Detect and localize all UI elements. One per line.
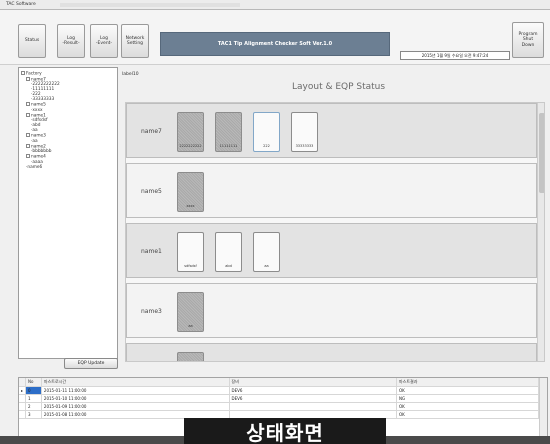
caption-overlay: 상태화면 [184,418,386,444]
label10: label10 [122,72,139,77]
row-label: name7 [141,128,162,135]
eqp-box[interactable]: abd [215,232,242,272]
column-header[interactable]: 마스트로시간 [41,378,230,387]
table-cell: 3 [25,410,42,419]
eqp-box[interactable]: aa [177,292,204,332]
eqp-box[interactable]: 2222222222 [177,112,204,152]
expand-icon[interactable] [26,154,30,158]
eqp-label: xxxx [186,204,195,208]
table-cell: 2015-01-09 11:00:00 [41,402,230,411]
layout-row: name1 sdfsdsf abd aa [126,223,537,278]
log-event-button[interactable]: Log -Event- [90,24,118,58]
expand-icon[interactable] [26,133,30,137]
table-row[interactable]: ▸ 0 2015-01-11 11:00:00 DEV6 OK [19,386,540,395]
toolbar: Status Log -Result- Log -Event- Network … [0,10,550,65]
title-bar: TAC Software [0,0,550,10]
row-label: name3 [141,308,162,315]
eqp-label: 2222222222 [179,144,202,148]
table-cell: OK [396,402,540,411]
factory-tree[interactable]: Factory name7·2222222222·11111111·222·333… [18,67,118,359]
table-row[interactable]: 2 2015-01-09 11:00:00 OK [19,402,540,411]
row-label: name5 [141,188,162,195]
eqp-box[interactable]: xxxx [177,172,204,212]
expand-icon[interactable] [21,71,25,75]
layout-row: name3 aa [126,283,537,338]
layout-panel: name7 2222222222 11111111 222 33333333 name5 x… [125,102,545,362]
layout-row: name5 xxxx [126,163,537,218]
layout-row: name7 2222222222 11111111 222 33333333 [126,103,537,158]
app-title-banner: TAC1 Tip Alignment Checker Soft Ver.1.0 [160,32,390,56]
eqp-label: 222 [263,144,270,148]
table-cell: 2015-01-11 11:00:00 [41,386,230,395]
eqp-label: abd [225,264,232,268]
table-cell: 0 [25,386,42,395]
table-cell: 2 [25,402,42,411]
table-cell: OK [396,386,540,395]
table-cell: 2015-01-10 11:00:00 [41,394,230,403]
table-cell: DEV6 [229,394,397,403]
datetime-display: 2015년 1월 9일 수요일 오전 9:47:24 [400,51,510,60]
eqp-box[interactable]: 33333333 [291,112,318,152]
tree-node-label: xxxx [32,107,43,113]
tree-node[interactable]: ·name6 [21,165,115,170]
column-header[interactable]: No [25,378,42,387]
eqp-box[interactable]: 222 [253,112,280,152]
table-cell: NG [396,394,540,403]
layout-row [126,343,537,361]
column-header[interactable]: 장비 [229,378,397,387]
eqp-label: aa [264,264,269,268]
eqp-box[interactable]: 11111111 [215,112,242,152]
log-result-button[interactable]: Log -Result- [57,24,85,58]
title-bar-blurred-area [60,3,240,7]
table-cell [229,402,397,411]
table-cell: OK [396,410,540,419]
window-title: TAC Software [6,2,36,7]
table-cell: 2015-01-08 11:00:00 [41,410,230,419]
expand-icon[interactable] [26,76,30,81]
eqp-update-button[interactable]: EQP Update [64,358,118,369]
eqp-label: aa [188,324,193,328]
tree-node-label: aa [32,138,38,144]
table-row[interactable]: 1 2015-01-10 11:00:00 DEV6 NG [19,394,540,403]
grid-scrollbar[interactable] [539,378,547,436]
table-cell: 1 [25,394,42,403]
table-cell: DEV6 [229,386,397,395]
expand-icon[interactable] [26,102,30,106]
network-setting-button[interactable]: Network Setting [121,24,149,58]
tree-node-label: name6 [27,164,43,170]
expand-icon[interactable] [26,143,30,148]
status-button[interactable]: Status [18,24,46,58]
row-label: name1 [141,248,162,255]
column-header[interactable]: 마스트결과 [396,378,540,387]
eqp-box[interactable] [177,352,204,361]
layout-heading: Layout & EQP Status [292,82,386,92]
eqp-label: 11111111 [219,144,238,148]
expand-icon[interactable] [26,112,30,117]
eqp-box[interactable]: sdfsdsf [177,232,204,272]
layout-scrollbar[interactable] [537,103,544,361]
scroll-thumb[interactable] [539,113,544,193]
program-shutdown-button[interactable]: Program Shut Down [512,22,544,58]
eqp-box[interactable]: aa [253,232,280,272]
eqp-label: sdfsdsf [184,264,197,268]
eqp-label: 33333333 [295,144,314,148]
